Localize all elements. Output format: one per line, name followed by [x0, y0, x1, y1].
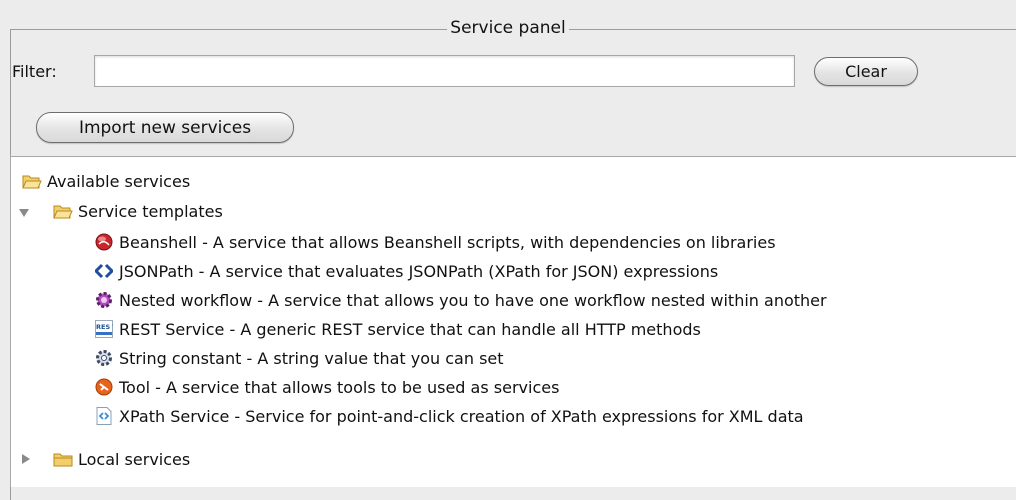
tree-item-label: Tool - A service that allows tools to be…	[119, 377, 560, 397]
gear-icon	[96, 350, 112, 366]
jsonpath-icon	[95, 263, 113, 279]
tree-item-string-constant[interactable]: String constant - A string value that yo…	[95, 345, 504, 371]
tool-icon	[95, 378, 113, 396]
tree-item-label: REST Service - A generic REST service th…	[119, 319, 701, 339]
tree-item-label: JSONPath - A service that evaluates JSON…	[119, 261, 719, 281]
tree-node-label: Service templates	[78, 201, 223, 221]
import-new-services-button[interactable]: Import new services	[36, 112, 294, 143]
filter-input[interactable]	[94, 55, 795, 87]
tree-item-label: XPath Service - Service for point-and-cl…	[119, 406, 804, 426]
tree-item-rest-service[interactable]: RES T REST Service - A generic REST serv…	[95, 316, 701, 342]
expand-triangle-icon[interactable]	[19, 209, 29, 217]
tree-item-nested-workflow[interactable]: Nested workflow - A service that allows …	[95, 287, 827, 313]
tree-node-label: Local services	[78, 449, 191, 469]
rest-icon: RES T	[95, 320, 113, 338]
nested-workflow-icon	[96, 292, 112, 308]
svg-text:RES T: RES T	[96, 323, 113, 331]
clear-button[interactable]: Clear	[814, 57, 918, 86]
open-folder-icon	[53, 205, 73, 218]
tree-item-tool[interactable]: Tool - A service that allows tools to be…	[95, 374, 559, 400]
tree-item-label: Nested workflow - A service that allows …	[119, 290, 827, 310]
filter-label: Filter:	[12, 62, 57, 81]
tree-item-xpath-service[interactable]: XPath Service - Service for point-and-cl…	[95, 403, 804, 429]
folder-icon	[53, 453, 73, 466]
tree-item-label: Beanshell - A service that allows Beansh…	[119, 232, 776, 252]
panel-title: Service panel	[0, 17, 1016, 39]
tree-item-jsonpath[interactable]: JSONPath - A service that evaluates JSON…	[95, 258, 718, 284]
collapse-triangle-icon[interactable]	[22, 454, 30, 464]
tree-node-service-templates[interactable]: Service templates	[53, 198, 223, 224]
tree-node-label: Available services	[47, 171, 191, 191]
tree-node-available-services[interactable]: Available services	[22, 168, 190, 194]
tree-item-beanshell[interactable]: Beanshell - A service that allows Beansh…	[95, 229, 776, 255]
beanshell-icon	[95, 233, 113, 251]
tree-node-local-services[interactable]: Local services	[53, 446, 190, 472]
xpath-icon	[96, 407, 112, 425]
open-folder-icon	[22, 175, 42, 188]
tree-item-label: String constant - A string value that yo…	[119, 348, 504, 368]
